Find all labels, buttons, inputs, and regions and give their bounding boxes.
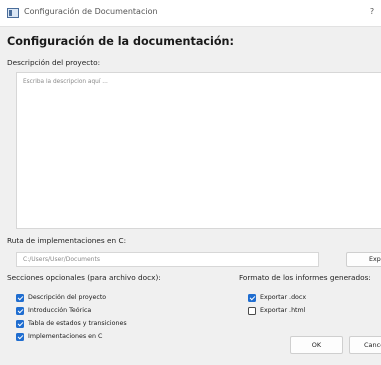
- format-option-label: Exportar .html: [260, 307, 306, 314]
- checkbox-checked-icon[interactable]: [16, 332, 24, 341]
- section-option-label: Introducción Teórica: [28, 307, 92, 314]
- cancel-button[interactable]: Cancel: [349, 336, 381, 354]
- section-option-label: Tabla de estados y transiciones: [28, 320, 127, 327]
- path-label: Ruta de implementaciones en C:: [7, 236, 127, 245]
- section-option-c-implementations[interactable]: Implementaciones en C: [16, 332, 102, 341]
- description-textarea[interactable]: Escriba la descripcion aquí ...: [16, 72, 381, 229]
- ok-button[interactable]: OK: [290, 336, 343, 354]
- section-option-theory[interactable]: Introducción Teórica: [16, 306, 91, 315]
- path-input[interactable]: C:/Users/User/Documents: [16, 252, 319, 267]
- window-title: Configuración de Documentacion: [24, 7, 158, 16]
- section-option-label: Implementaciones en C: [28, 333, 103, 340]
- dialog-panel: Configuración de la documentación: Descr…: [0, 26, 381, 365]
- checkbox-unchecked-icon[interactable]: [248, 306, 256, 315]
- checkbox-checked-icon[interactable]: [16, 293, 24, 302]
- format-option-html[interactable]: Exportar .html: [248, 306, 305, 315]
- window-titlebar: Configuración de Documentacion ?: [0, 0, 381, 26]
- checkbox-checked-icon[interactable]: [16, 319, 24, 328]
- section-option-description[interactable]: Descripción del proyecto: [16, 293, 106, 302]
- app-window-icon: [7, 8, 19, 18]
- section-option-label: Descripción del proyecto: [28, 294, 107, 301]
- dialog-heading: Configuración de la documentación:: [7, 35, 234, 48]
- format-label: Formato de los informes generados:: [239, 273, 371, 282]
- browse-button[interactable]: Explora: [346, 252, 381, 267]
- format-option-label: Exportar .docx: [260, 294, 307, 301]
- optional-sections-label: Secciones opcionales (para archivo docx)…: [7, 273, 161, 282]
- section-option-state-table[interactable]: Tabla de estados y transiciones: [16, 319, 127, 328]
- format-option-docx[interactable]: Exportar .docx: [248, 293, 306, 302]
- checkbox-checked-icon[interactable]: [248, 293, 256, 302]
- checkbox-checked-icon[interactable]: [16, 306, 24, 315]
- help-button[interactable]: ?: [366, 6, 378, 18]
- description-label: Descripción del proyecto:: [7, 58, 101, 67]
